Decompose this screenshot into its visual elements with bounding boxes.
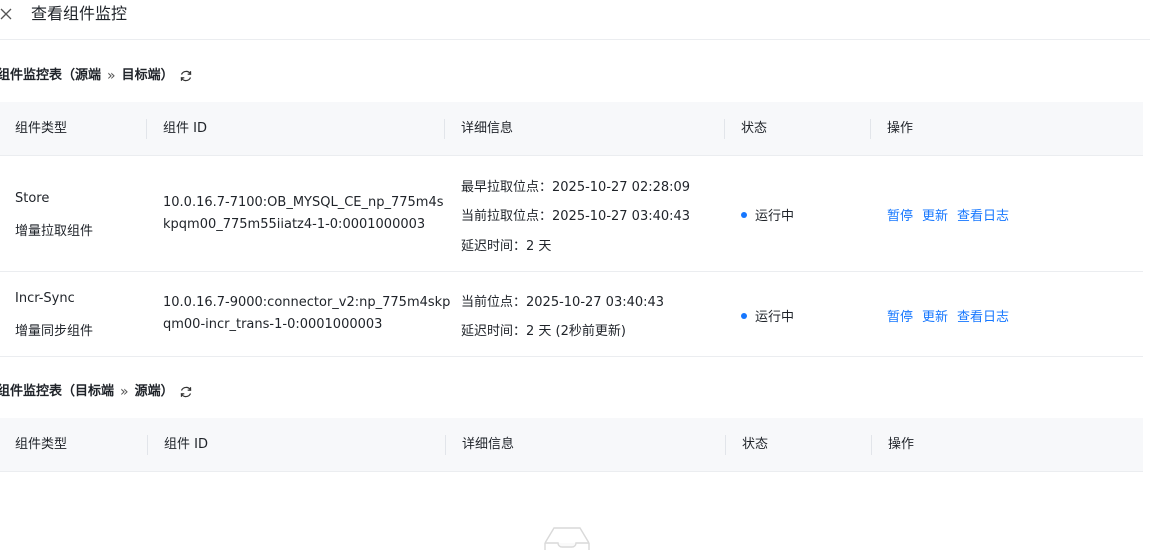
pause-button[interactable]: 暂停	[887, 205, 913, 224]
refresh-icon[interactable]	[179, 69, 193, 83]
component-id-line: 10.0.16.7-9000:connector_v2:np_775m4skp	[163, 295, 451, 310]
detail-current-position: 当前拉取位点：2025-10-27 03:40:43	[461, 209, 691, 224]
component-type-desc: 增量同步组件	[15, 324, 94, 339]
component-id-line: qm00-incr_trans-1-0:0001000003	[163, 317, 383, 332]
column-header-type: 组件类型	[15, 121, 68, 136]
table-row: Store 增量拉取组件 10.0.16.7-7100:OB_MYSQL_CE_…	[0, 156, 1143, 272]
update-button[interactable]: 更新	[922, 205, 948, 224]
table-header: 组件类型 组件 ID 详细信息 状态 操作	[0, 418, 1143, 472]
component-type-desc: 增量拉取组件	[15, 224, 94, 239]
section-title-text-end: 目标端）	[121, 68, 174, 83]
status-dot-icon	[741, 211, 747, 218]
component-type-name: Incr-Sync	[15, 291, 75, 306]
section-title-source-to-target: 组件监控表（源端 » 目标端）	[0, 66, 193, 86]
column-header-type: 组件类型	[15, 437, 68, 452]
status-text: 运行中	[755, 209, 795, 224]
section-title-text-end: 源端）	[134, 384, 174, 399]
section-title-target-to-source: 组件监控表（目标端 » 源端）	[0, 382, 193, 402]
table-header: 组件类型 组件 ID 详细信息 状态 操作	[0, 102, 1143, 156]
column-divider	[870, 119, 871, 139]
monitor-table-source-to-target: 组件类型 组件 ID 详细信息 状态 操作 Store 增量拉取组件 10.0.…	[0, 102, 1143, 357]
column-header-status: 状态	[741, 121, 768, 136]
column-divider	[147, 435, 148, 455]
column-header-actions: 操作	[887, 121, 914, 136]
column-divider	[444, 119, 445, 139]
update-button[interactable]: 更新	[922, 306, 948, 325]
arrow-separator: »	[107, 68, 116, 84]
row-actions: 暂停 更新 查看日志	[887, 306, 1018, 325]
column-divider	[146, 119, 147, 139]
section-title-text: 组件监控表（目标端	[0, 384, 115, 399]
detail-current-position: 当前位点：2025-10-27 03:40:43	[461, 295, 665, 310]
view-log-button[interactable]: 查看日志	[957, 306, 1009, 325]
status-badge: 运行中	[741, 205, 794, 224]
component-id-line: 10.0.16.7-7100:OB_MYSQL_CE_np_775m4s	[163, 195, 444, 210]
component-type-name: Store	[15, 191, 50, 206]
drawer-header: 查看组件监控	[0, 0, 1150, 40]
column-header-actions: 操作	[888, 437, 915, 452]
table-row: Incr-Sync 增量同步组件 10.0.16.7-9000:connecto…	[0, 272, 1143, 357]
detail-delay: 延迟时间：2 天 (2秒前更新)	[461, 324, 626, 339]
close-icon[interactable]	[0, 4, 16, 24]
status-badge: 运行中	[741, 306, 794, 325]
page-title: 查看组件监控	[31, 4, 128, 23]
empty-inbox-icon	[542, 520, 592, 550]
pause-button[interactable]: 暂停	[887, 306, 913, 325]
column-divider	[725, 435, 726, 455]
row-actions: 暂停 更新 查看日志	[887, 205, 1018, 224]
view-log-button[interactable]: 查看日志	[957, 205, 1009, 224]
section-title-text: 组件监控表（源端	[0, 68, 102, 83]
detail-delay: 延迟时间：2 天	[461, 239, 552, 254]
detail-earliest-position: 最早拉取位点：2025-10-27 02:28:09	[461, 180, 691, 195]
status-dot-icon	[741, 312, 747, 319]
status-text: 运行中	[755, 310, 795, 325]
column-header-id: 组件 ID	[163, 121, 207, 136]
column-header-id: 组件 ID	[164, 437, 208, 452]
column-header-status: 状态	[742, 437, 769, 452]
arrow-separator: »	[120, 384, 129, 400]
component-id-line: kpqm00_775m55iiatz4-1-0:0001000003	[163, 217, 426, 232]
column-divider	[445, 435, 446, 455]
column-header-detail: 详细信息	[461, 121, 514, 136]
column-header-detail: 详细信息	[462, 437, 515, 452]
refresh-icon[interactable]	[179, 385, 193, 399]
column-divider	[871, 435, 872, 455]
monitor-table-target-to-source: 组件类型 组件 ID 详细信息 状态 操作	[0, 418, 1143, 472]
column-divider	[724, 119, 725, 139]
